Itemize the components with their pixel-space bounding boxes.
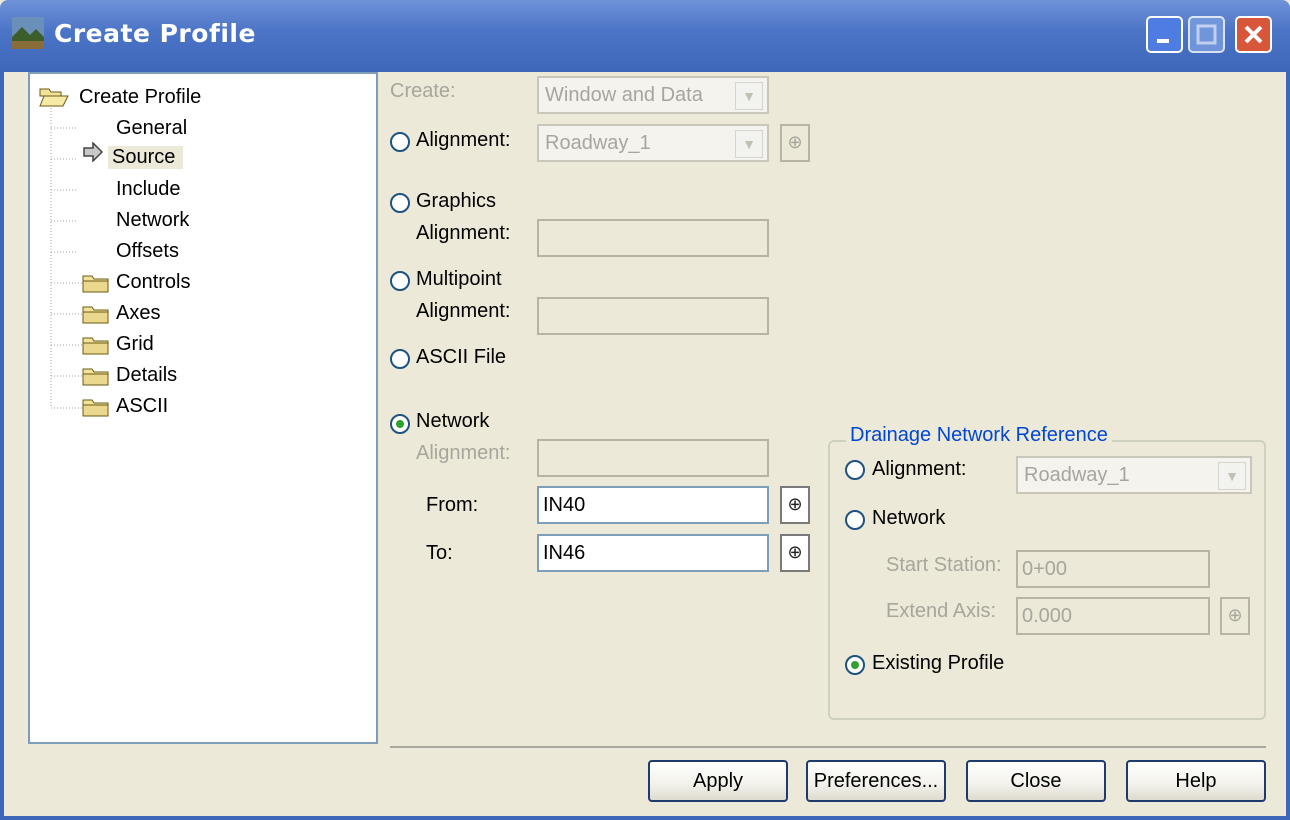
- bottom-separator: [390, 746, 1266, 748]
- drainage-network-label: Network: [872, 507, 946, 529]
- tree-item-offsets[interactable]: Offsets: [116, 240, 179, 263]
- tree-item-controls[interactable]: Controls: [116, 271, 190, 294]
- extend-axis-label: Extend Axis:: [886, 600, 997, 622]
- close-icon: [1244, 25, 1263, 44]
- tree-item-include[interactable]: Include: [116, 178, 181, 201]
- folder-icon: [82, 306, 109, 324]
- minimize-button[interactable]: [1146, 16, 1183, 53]
- existing-profile-radio[interactable]: [845, 655, 865, 675]
- graphics-alignment-label: Alignment:: [416, 222, 511, 244]
- folder-icon: [82, 275, 109, 293]
- title-bar: Create Profile: [0, 0, 1290, 72]
- from-label: From:: [426, 494, 479, 516]
- tree-item-axes[interactable]: Axes: [116, 302, 160, 325]
- start-station-input[interactable]: 0+00: [1016, 550, 1210, 588]
- alignment-select-value: Roadway_1: [545, 132, 651, 154]
- folder-icon: [82, 368, 109, 386]
- network-label: Network: [416, 410, 490, 432]
- help-button[interactable]: Help: [1126, 760, 1266, 802]
- arrow-right-icon: [83, 142, 104, 162]
- crosshair-icon: ⊕: [1227, 605, 1243, 625]
- crosshair-icon: ⊕: [787, 542, 803, 562]
- create-label: Create:: [390, 80, 456, 102]
- tree-item-create-profile[interactable]: Create Profile: [79, 86, 201, 109]
- folder-icon: [82, 337, 109, 355]
- extend-axis-pick-button[interactable]: ⊕: [1220, 597, 1250, 635]
- drainage-group-title: Drainage Network Reference: [846, 424, 1112, 447]
- minimize-icon: [1157, 39, 1169, 43]
- graphics-label: Graphics: [416, 190, 497, 212]
- preferences-button[interactable]: Preferences...: [806, 760, 946, 802]
- drainage-alignment-select: Roadway_1 ▼: [1016, 456, 1252, 494]
- network-alignment-input[interactable]: [537, 439, 769, 477]
- ascii-file-radio[interactable]: [390, 349, 410, 369]
- window-title: Create Profile: [54, 19, 256, 48]
- multipoint-alignment-label: Alignment:: [416, 300, 511, 322]
- to-input[interactable]: IN46: [537, 534, 769, 572]
- from-pick-button[interactable]: ⊕: [780, 486, 810, 524]
- folder-icon: [82, 399, 109, 417]
- open-folder-icon: [39, 88, 69, 107]
- chevron-down-icon: ▼: [1218, 462, 1246, 490]
- crosshair-icon: ⊕: [787, 132, 803, 152]
- chevron-down-icon: ▼: [735, 82, 763, 110]
- tree-item-grid[interactable]: Grid: [116, 333, 154, 356]
- multipoint-label: Multipoint: [416, 268, 502, 290]
- to-pick-button[interactable]: ⊕: [780, 534, 810, 572]
- drainage-alignment-radio[interactable]: [845, 460, 865, 480]
- create-select: Window and Data ▼: [537, 76, 769, 114]
- multipoint-alignment-input[interactable]: [537, 297, 769, 335]
- tree-item-source[interactable]: Source: [108, 146, 184, 169]
- maximize-icon: [1196, 24, 1217, 45]
- graphics-radio[interactable]: [390, 193, 410, 213]
- existing-profile-label: Existing Profile: [872, 652, 1005, 674]
- tree-item-network[interactable]: Network: [116, 209, 189, 232]
- drainage-network-radio[interactable]: [845, 510, 865, 530]
- network-alignment-label: Alignment:: [416, 442, 511, 464]
- crosshair-icon: ⊕: [787, 494, 803, 514]
- alignment-pick-button[interactable]: ⊕: [780, 124, 810, 162]
- alignment-label: Alignment:: [416, 129, 511, 151]
- apply-button[interactable]: Apply: [648, 760, 788, 802]
- graphics-alignment-input[interactable]: [537, 219, 769, 257]
- landscape-icon: [12, 17, 44, 49]
- network-radio[interactable]: [390, 414, 410, 434]
- tree-item-general[interactable]: General: [116, 117, 187, 140]
- tree-item-details[interactable]: Details: [116, 364, 177, 387]
- multipoint-radio[interactable]: [390, 271, 410, 291]
- drainage-alignment-select-value: Roadway_1: [1024, 464, 1130, 486]
- from-input[interactable]: IN40: [537, 486, 769, 524]
- navigation-tree: Create Profile General Source Include Ne…: [28, 72, 378, 744]
- chevron-down-icon: ▼: [735, 130, 763, 158]
- tree-item-ascii[interactable]: ASCII: [116, 395, 168, 418]
- maximize-button[interactable]: [1188, 16, 1225, 53]
- alignment-radio[interactable]: [390, 132, 410, 152]
- close-window-button[interactable]: [1235, 16, 1272, 53]
- create-select-value: Window and Data: [545, 84, 703, 106]
- ascii-file-label: ASCII File: [416, 346, 507, 368]
- alignment-select: Roadway_1 ▼: [537, 124, 769, 162]
- drainage-alignment-label: Alignment:: [872, 458, 967, 480]
- close-button[interactable]: Close: [966, 760, 1106, 802]
- start-station-label: Start Station:: [886, 554, 1002, 576]
- to-label: To:: [426, 542, 453, 564]
- extend-axis-input[interactable]: 0.000: [1016, 597, 1210, 635]
